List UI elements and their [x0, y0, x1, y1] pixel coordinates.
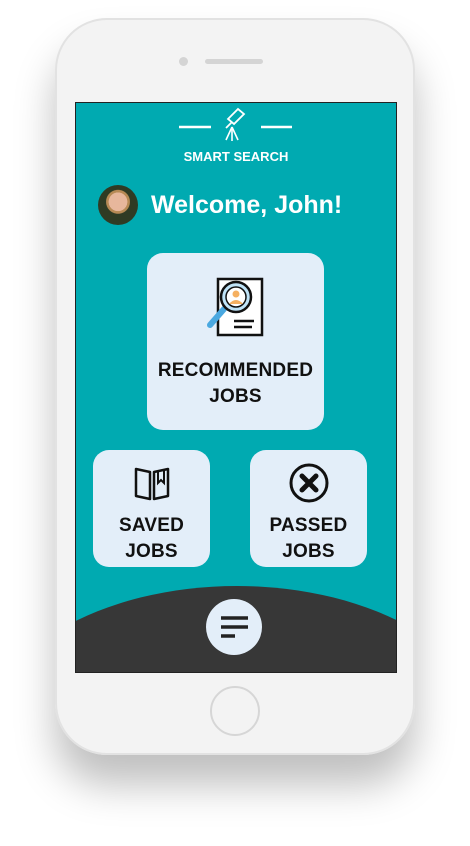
label-line: RECOMMENDED [157, 360, 314, 381]
saved-jobs-label: SAVED JOBS [93, 513, 210, 565]
telescope-icon [179, 107, 292, 141]
label-line: JOBS [125, 541, 178, 562]
welcome-heading: Welcome, John! [151, 191, 343, 219]
avatar[interactable] [98, 185, 138, 225]
passed-jobs-button[interactable]: PASSED JOBS [250, 450, 367, 567]
recommended-jobs-label: RECOMMENDED JOBS [147, 358, 324, 410]
saved-jobs-button[interactable]: SAVED JOBS [93, 450, 210, 567]
app-screen: SMART SEARCH Welcome, John! RECOMMENDED … [75, 102, 397, 673]
x-circle-icon [289, 463, 328, 503]
menu-button[interactable] [206, 599, 262, 655]
camera [179, 57, 188, 66]
resume-search-icon [206, 277, 263, 337]
label-line: JOBS [282, 541, 335, 562]
label-line: SAVED [118, 515, 185, 536]
bookmark-book-icon [134, 467, 169, 501]
speaker [205, 59, 263, 64]
passed-jobs-label: PASSED JOBS [250, 513, 367, 565]
home-button[interactable] [210, 686, 260, 736]
menu-lines-icon [221, 616, 248, 638]
label-line: JOBS [209, 386, 262, 407]
app-brand: SMART SEARCH [183, 149, 289, 164]
recommended-jobs-button[interactable]: RECOMMENDED JOBS [147, 253, 324, 430]
label-line: PASSED [269, 515, 348, 536]
